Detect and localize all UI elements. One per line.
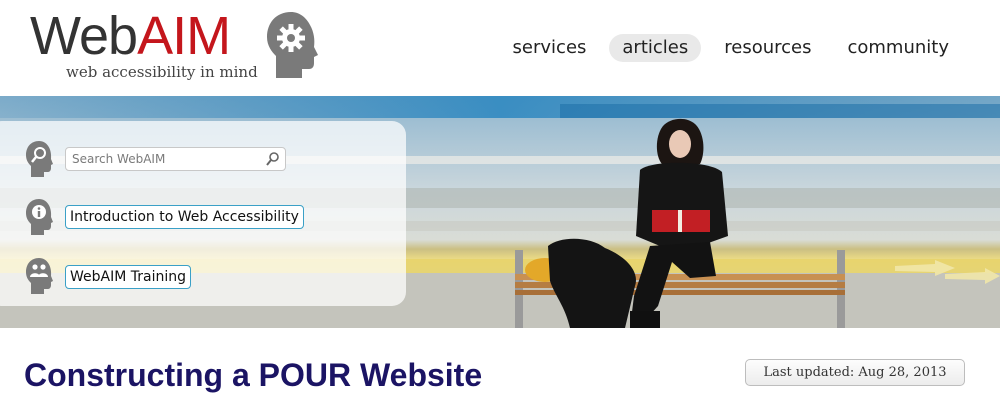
intro-web-accessibility-link[interactable]: Introduction to Web Accessibility [65,205,304,229]
site-header: WebAIM web accessibility in mind service… [0,0,1000,96]
nav-services[interactable]: services [500,34,600,62]
logo-aim-text: AIM [137,6,231,66]
search-head-icon [26,141,53,177]
last-updated-badge: Last updated: Aug 28, 2013 [745,359,965,386]
logo-tagline: web accessibility in mind [66,63,258,81]
magnifier-icon[interactable] [265,151,281,167]
people-head-icon [26,258,53,294]
webaim-training-link[interactable]: WebAIM Training [65,265,191,289]
page-title: Constructing a POUR Website [24,357,483,393]
search-input[interactable] [66,148,256,170]
webaim-logo[interactable]: WebAIM web accessibility in mind [30,6,330,86]
hero-banner: Introduction to Web Accessibility WebAIM… [0,96,1000,328]
main-nav: services articles resources community [500,34,962,62]
nav-resources[interactable]: resources [711,34,824,62]
info-head-icon [26,199,53,235]
nav-community[interactable]: community [834,34,962,62]
search-field [65,147,286,171]
logo-web-text: Web [30,6,138,66]
logo-wordmark: WebAIM [30,6,231,66]
nav-articles[interactable]: articles [609,34,702,62]
gear-head-logo-icon [267,12,318,78]
